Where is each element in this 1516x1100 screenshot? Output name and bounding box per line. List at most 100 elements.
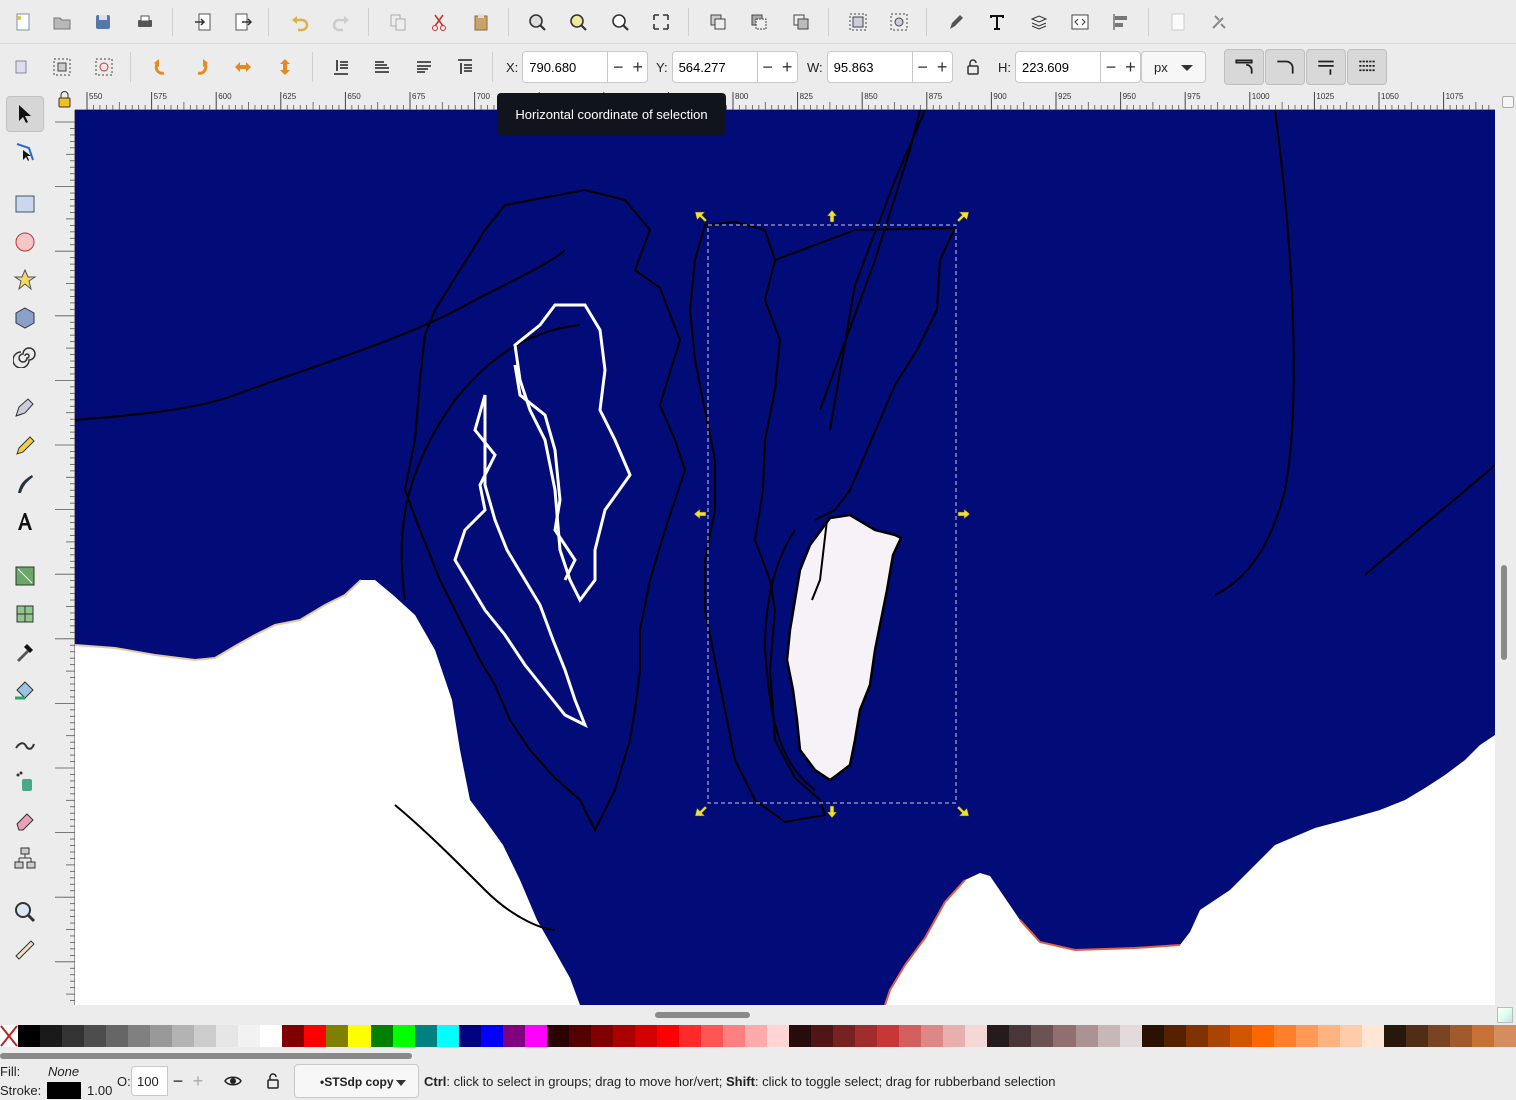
paint-bucket-tool[interactable] [6,672,44,708]
selector-tool[interactable] [6,96,44,132]
drawing[interactable] [75,110,1495,1005]
palette-swatch[interactable] [1251,1025,1274,1047]
node-tool[interactable] [6,134,44,170]
eraser-tool[interactable] [6,802,44,838]
opacity-input[interactable]: 100 [131,1066,168,1096]
lock-proportions-icon[interactable] [958,52,988,82]
spray-tool[interactable] [6,764,44,800]
import-icon[interactable] [188,7,218,37]
palette-swatch[interactable] [238,1025,261,1047]
palette-swatch[interactable] [811,1025,834,1047]
calligraphy-tool[interactable] [6,466,44,502]
star-tool[interactable] [6,262,44,298]
scroll-corner-icon[interactable] [1502,96,1514,108]
opacity-increment-button[interactable]: + [188,1066,208,1096]
cut-icon[interactable] [424,7,454,37]
x-increment-button[interactable]: + [628,51,649,83]
palette-swatch[interactable] [260,1025,283,1047]
palette-swatch[interactable] [18,1025,41,1047]
palette-swatch[interactable] [62,1025,85,1047]
rotate-cw-icon[interactable] [187,52,217,82]
dropper-tool[interactable] [6,634,44,670]
open-icon[interactable] [47,7,77,37]
no-paint-swatch[interactable] [0,1025,18,1047]
palette-swatch[interactable] [370,1025,393,1047]
palette-swatch[interactable] [767,1025,790,1047]
raise-icon[interactable] [409,52,439,82]
palette-swatch[interactable] [1428,1025,1451,1047]
redo-icon[interactable] [326,7,356,37]
transform-gradients-toggle[interactable] [1306,49,1346,85]
palette-swatch[interactable] [745,1025,768,1047]
transform-patterns-toggle[interactable] [1347,49,1387,85]
y-increment-button[interactable]: + [777,51,798,83]
palette-swatch[interactable] [1119,1025,1142,1047]
zoom-drawing-icon[interactable] [563,7,593,37]
h-input[interactable] [1015,51,1101,83]
opacity-decrement-button[interactable]: − [168,1066,188,1096]
palette-swatch[interactable] [348,1025,371,1047]
vertical-scroll-thumb[interactable] [1501,565,1507,660]
stroke-swatch[interactable] [47,1082,81,1099]
layer-visibility-eye-icon[interactable] [218,1066,248,1096]
palette-swatch[interactable] [1383,1025,1406,1047]
palette-swatch[interactable] [723,1025,746,1047]
palette-swatch[interactable] [194,1025,217,1047]
horizontal-scroll-thumb[interactable] [655,1012,750,1018]
new-doc-icon[interactable] [8,7,38,37]
w-increment-button[interactable]: + [932,51,953,83]
palette-swatch[interactable] [1317,1025,1340,1047]
3d-box-tool[interactable] [6,300,44,336]
zoom-fit-icon[interactable] [646,7,676,37]
palette-swatch[interactable] [436,1025,459,1047]
unlink-clone-icon[interactable] [786,7,816,37]
preferences-icon[interactable] [1204,7,1234,37]
x-input[interactable] [522,51,609,83]
document-properties-icon[interactable] [1163,7,1193,37]
palette-swatch[interactable] [899,1025,922,1047]
palette-swatch[interactable] [656,1025,679,1047]
palette-swatch[interactable] [40,1025,63,1047]
palette-swatch[interactable] [128,1025,151,1047]
palette-swatch[interactable] [546,1025,569,1047]
palette-swatch[interactable] [833,1025,856,1047]
rotate-ccw-icon[interactable] [145,52,175,82]
palette-swatch[interactable] [282,1025,305,1047]
lower-to-bottom-icon[interactable] [326,52,356,82]
palette-swatch[interactable] [1295,1025,1318,1047]
horizontal-scrollbar[interactable] [75,1005,1513,1025]
gradient-tool[interactable] [6,558,44,594]
palette-swatch[interactable] [150,1025,173,1047]
text-tool[interactable] [6,504,44,540]
palette-swatch[interactable] [1163,1025,1186,1047]
palette-swatch[interactable] [1494,1025,1516,1047]
palette-swatch[interactable] [1075,1025,1098,1047]
palette-swatch[interactable] [1472,1025,1495,1047]
palette-scrollbar[interactable] [0,1050,1516,1062]
palette-swatch[interactable] [921,1025,944,1047]
palette-swatch[interactable] [1185,1025,1208,1047]
deselect-icon[interactable] [89,52,119,82]
ellipse-tool[interactable] [6,224,44,260]
blue-region[interactable] [75,110,1495,1005]
palette-swatch[interactable] [1009,1025,1032,1047]
unit-select[interactable]: px [1141,51,1206,83]
palette-swatch[interactable] [392,1025,415,1047]
clone-icon[interactable] [744,7,774,37]
palette-swatch[interactable] [458,1025,481,1047]
palette-swatch[interactable] [1053,1025,1076,1047]
palette-swatch[interactable] [414,1025,437,1047]
flip-horizontal-icon[interactable] [228,52,258,82]
palette-swatch[interactable] [678,1025,701,1047]
palette-swatch[interactable] [943,1025,966,1047]
palette-swatch[interactable] [1450,1025,1473,1047]
h-increment-button[interactable]: + [1121,51,1141,83]
xml-editor-icon[interactable] [1065,7,1095,37]
group-icon[interactable] [843,7,873,37]
palette-swatch[interactable] [1207,1025,1230,1047]
drawing-canvas[interactable] [75,110,1495,1005]
x-decrement-button[interactable]: − [608,51,629,83]
undo-icon[interactable] [285,7,315,37]
tweak-tool[interactable] [6,726,44,762]
scale-stroke-toggle[interactable] [1224,49,1264,85]
